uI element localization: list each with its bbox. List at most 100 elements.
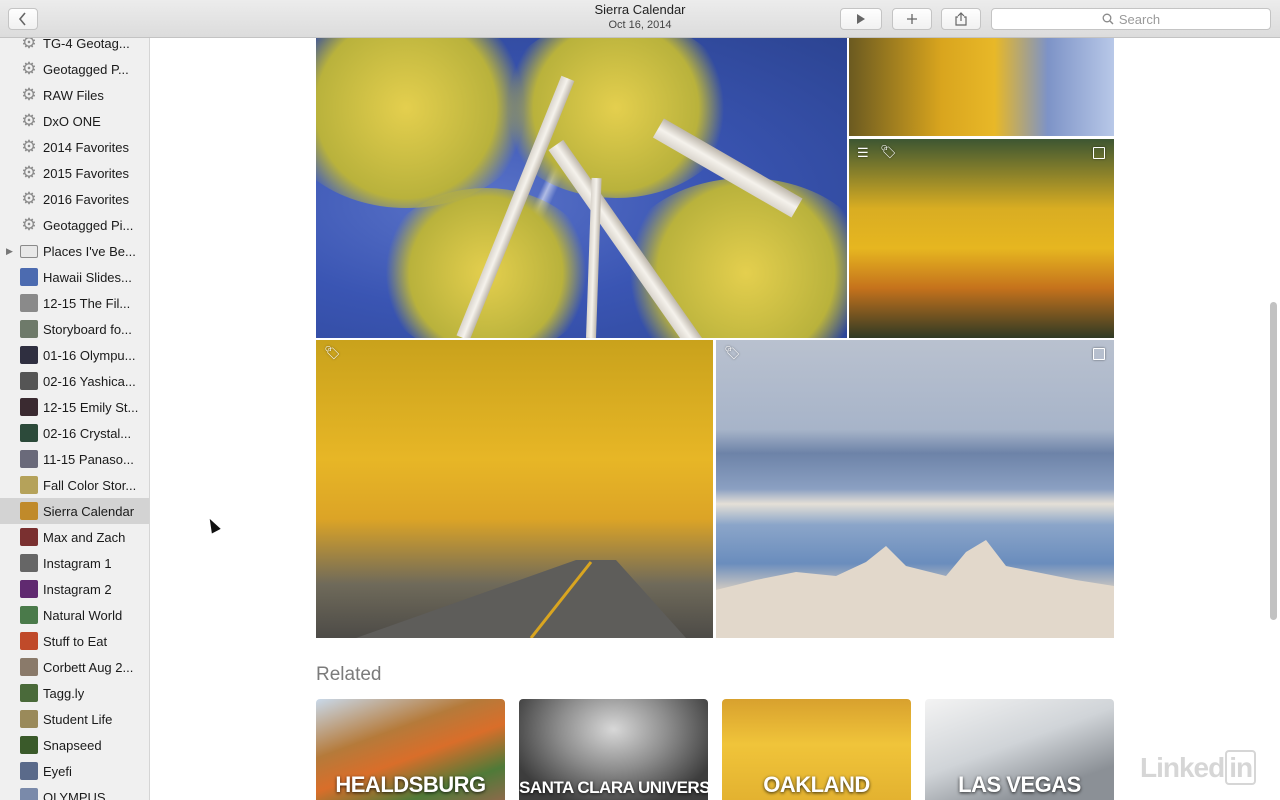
sidebar-list: ⚙ TG-4 Geotag... ⚙ Geotagged P... ⚙ RAW Files… [0, 38, 149, 800]
sidebar-item[interactable]: Eyefi [0, 758, 149, 784]
play-icon [857, 14, 865, 24]
search-placeholder: Search [1118, 11, 1161, 27]
folder-icon [20, 244, 38, 258]
album-thumbnail [20, 736, 38, 754]
share-button[interactable] [941, 8, 981, 30]
gear-icon: ⚙ [21, 163, 37, 182]
search-icon [1102, 13, 1114, 25]
album-thumbnail [20, 632, 38, 650]
photo-aspens-clouds[interactable] [849, 38, 1114, 136]
sidebar-item[interactable]: 11-15 Panaso... [0, 446, 149, 472]
sidebar-item[interactable]: Storyboard fo... [0, 316, 149, 342]
sidebar-item[interactable]: Sierra Calendar [0, 498, 149, 524]
watermark-text: Linked [1140, 752, 1225, 783]
sidebar-item[interactable]: Hawaii Slides... [0, 264, 149, 290]
sidebar-item-label: 2016 Favorites [43, 191, 129, 207]
album-thumbnail [20, 450, 38, 468]
search-field[interactable]: Search [991, 8, 1271, 30]
gear-icon: ⚙ [21, 85, 37, 104]
sidebar-item-label: 01-16 Olympu... [43, 347, 136, 363]
related-card-healdsburg[interactable]: HEALDSBURG [316, 699, 505, 800]
add-button[interactable] [892, 8, 932, 30]
album-thumbnail [20, 268, 38, 286]
tag-icon: 🏷 [880, 144, 897, 159]
slideshow-button[interactable] [840, 8, 882, 30]
sidebar-item[interactable]: 02-16 Yashica... [0, 368, 149, 394]
photo-aspen-sky[interactable] [316, 38, 847, 338]
photo-aspen-road[interactable]: 🏷 [316, 340, 713, 638]
sidebar-item[interactable]: ▶ Places I've Be... [0, 238, 149, 264]
sidebar-item-label: Geotagged Pi... [43, 217, 134, 233]
sidebar-item-label: 12-15 The Fil... [43, 295, 131, 311]
photo-road [356, 560, 686, 638]
sidebar-item[interactable]: Natural World [0, 602, 149, 628]
sidebar-item-label: 02-16 Crystal... [43, 425, 132, 441]
sidebar-item-label: Snapseed [43, 737, 102, 753]
photo-fall-pond[interactable]: ☰ 🏷 [849, 139, 1114, 338]
photo-mono-lake[interactable]: 🏷 [716, 340, 1114, 638]
sidebar-item[interactable]: Tagg.ly [0, 680, 149, 706]
gear-icon: ⚙ [21, 111, 37, 130]
sidebar-item[interactable]: Instagram 2 [0, 576, 149, 602]
disclosure-arrow-icon[interactable]: ▶ [6, 246, 13, 257]
watermark-in: in [1225, 750, 1257, 785]
album-thumbnail [20, 788, 38, 800]
plus-icon [907, 14, 917, 24]
sidebar-item[interactable]: ⚙ 2016 Favorites [0, 186, 149, 212]
sidebar-item[interactable]: ⚙ Geotagged P... [0, 56, 149, 82]
sidebar: ⚙ TG-4 Geotag... ⚙ Geotagged P... ⚙ RAW Files… [0, 38, 150, 800]
raw-jpeg-icon [1093, 147, 1105, 159]
album-thumbnail [20, 346, 38, 364]
sidebar-item-label: 11-15 Panaso... [43, 451, 134, 467]
sidebar-item[interactable]: Stuff to Eat [0, 628, 149, 654]
sidebar-item[interactable]: Student Life [0, 706, 149, 732]
sidebar-item[interactable]: OLYMPUS [0, 784, 149, 800]
related-card-oakland[interactable]: OAKLAND [722, 699, 911, 800]
album-thumbnail [20, 528, 38, 546]
related-card-label: HEALDSBURG [335, 772, 486, 797]
vertical-scrollbar[interactable] [1270, 302, 1277, 620]
adjustments-icon: ☰ [857, 145, 869, 160]
sidebar-item-label: 2015 Favorites [43, 165, 129, 181]
sidebar-item[interactable]: Instagram 1 [0, 550, 149, 576]
sidebar-item[interactable]: Fall Color Stor... [0, 472, 149, 498]
related-heading: Related [316, 664, 382, 685]
related-card-santa-clara[interactable]: SANTA CLARA UNIVERSITY [519, 699, 708, 800]
sidebar-item[interactable]: ⚙ Geotagged Pi... [0, 212, 149, 238]
sidebar-item[interactable]: Snapseed [0, 732, 149, 758]
sidebar-item[interactable]: ⚙ 2015 Favorites [0, 160, 149, 186]
photo-tufa [716, 540, 1114, 638]
sidebar-item[interactable]: ⚙ DxO ONE [0, 108, 149, 134]
sidebar-item-label: 12-15 Emily St... [43, 399, 139, 415]
sidebar-item-label: Natural World [43, 607, 123, 623]
sidebar-item-label: TG-4 Geotag... [43, 38, 130, 51]
album-title: Sierra Calendar [594, 2, 686, 17]
sidebar-item-label: Hawaii Slides... [43, 269, 132, 285]
sidebar-item[interactable]: ⚙ RAW Files [0, 82, 149, 108]
album-content: ☰ 🏷 🏷 🏷 Related HEALDSBURG SANTA CLARA U… [150, 38, 1280, 800]
related-card-label: LAS VEGAS [958, 772, 1081, 797]
album-date: Oct 16, 2014 [608, 19, 672, 31]
sidebar-item-label: Tagg.ly [43, 685, 85, 701]
album-thumbnail [20, 476, 38, 494]
sidebar-item-label: Places I've Be... [43, 243, 136, 259]
sidebar-item-label: Fall Color Stor... [43, 477, 137, 493]
sidebar-item[interactable]: ⚙ 2014 Favorites [0, 134, 149, 160]
sidebar-item[interactable]: Corbett Aug 2... [0, 654, 149, 680]
album-thumbnail [20, 580, 38, 598]
sidebar-item[interactable]: Max and Zach [0, 524, 149, 550]
sidebar-item[interactable]: 12-15 Emily St... [0, 394, 149, 420]
gear-icon: ⚙ [21, 189, 37, 208]
chevron-left-icon [18, 12, 26, 26]
album-thumbnail [20, 502, 38, 520]
album-thumbnail [20, 710, 38, 728]
related-card-las-vegas[interactable]: LAS VEGAS [925, 699, 1114, 800]
sidebar-item[interactable]: 01-16 Olympu... [0, 342, 149, 368]
gear-icon: ⚙ [21, 59, 37, 78]
sidebar-item[interactable]: 02-16 Crystal... [0, 420, 149, 446]
back-button[interactable] [8, 8, 38, 30]
window-title: Sierra Calendar Oct 16, 2014 [480, 2, 800, 32]
sidebar-item[interactable]: ⚙ TG-4 Geotag... [0, 38, 149, 56]
sidebar-item[interactable]: 12-15 The Fil... [0, 290, 149, 316]
photo-foliage [616, 178, 847, 338]
